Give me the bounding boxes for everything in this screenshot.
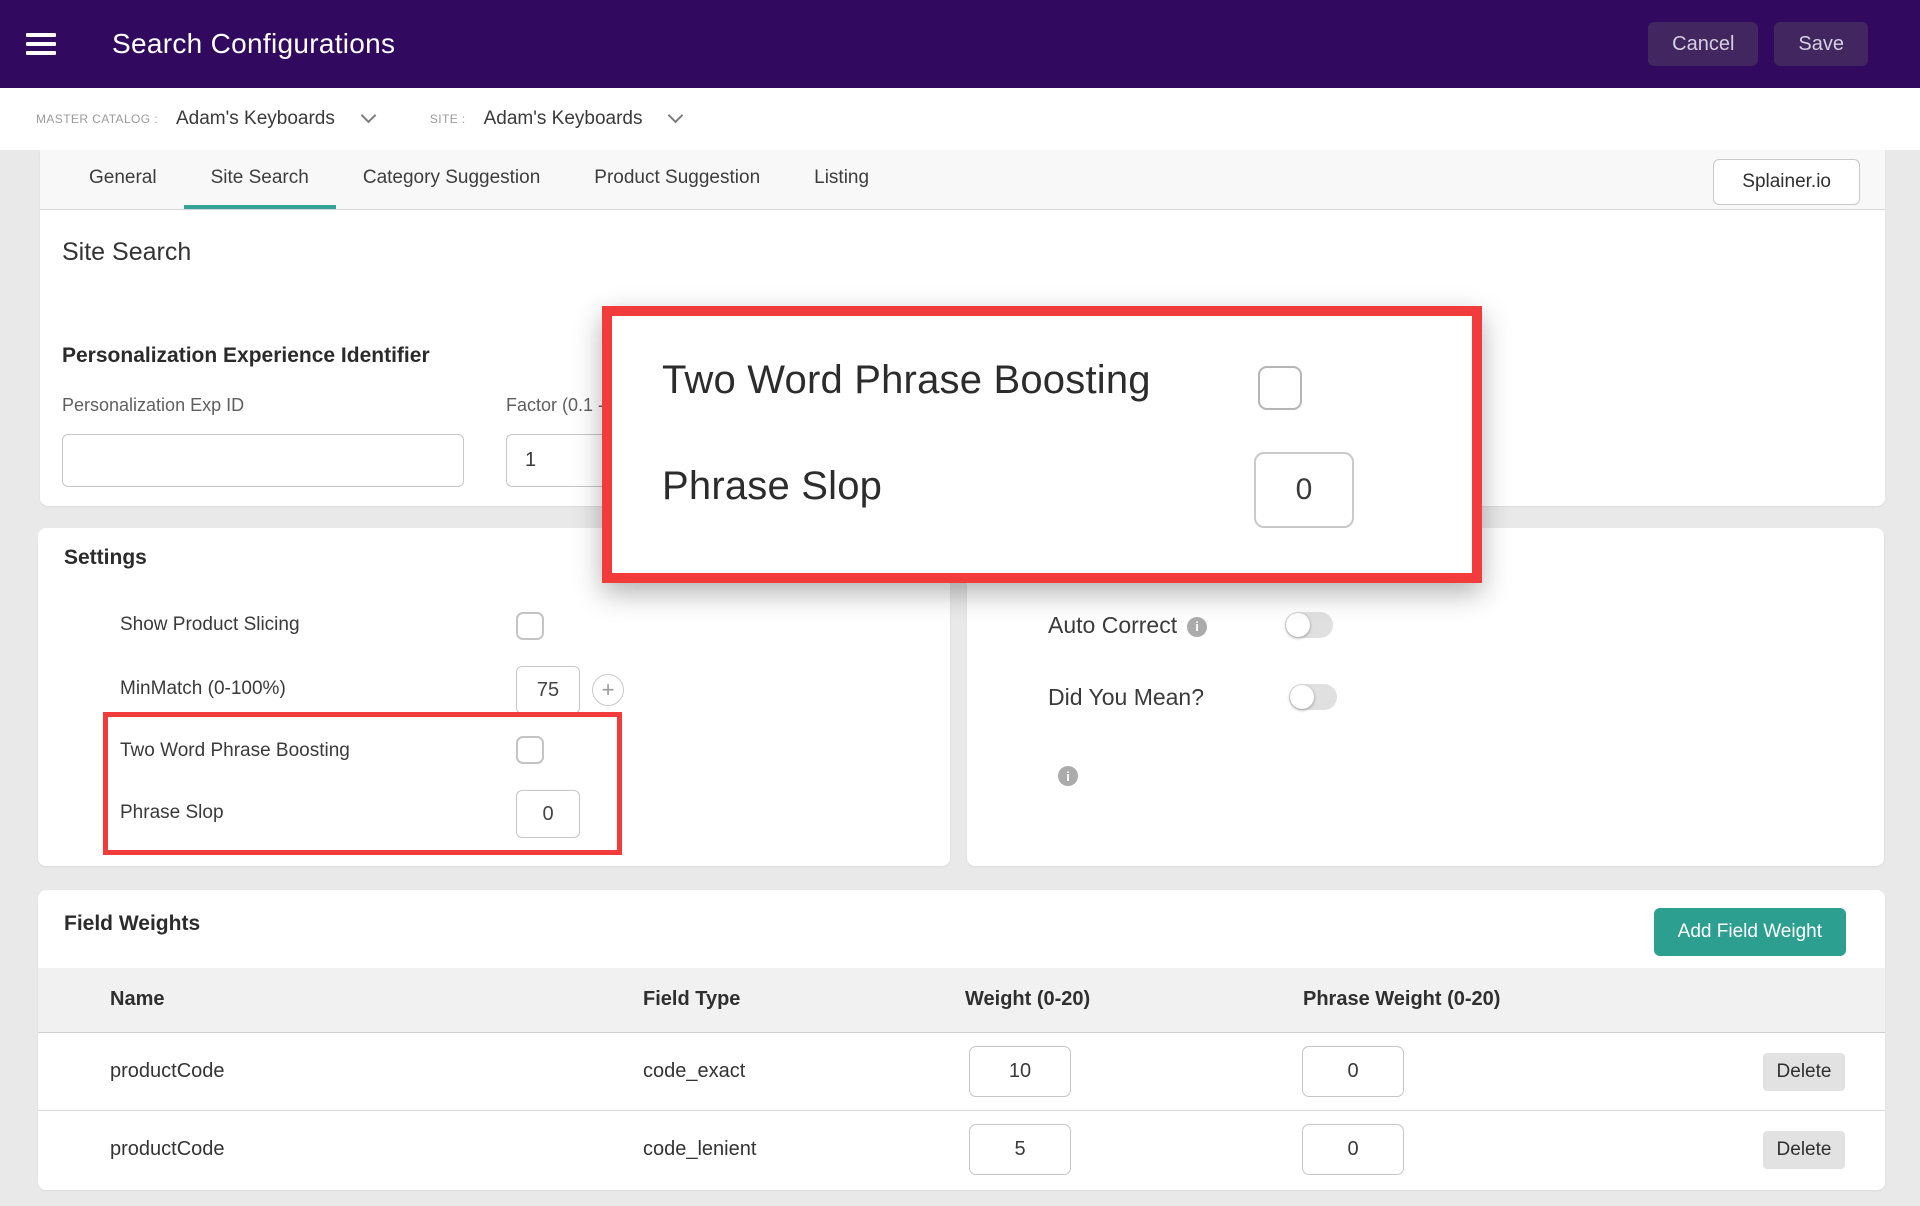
site-value: Adam's Keyboards bbox=[484, 108, 643, 130]
tab-strip: General Site Search Category Suggestion … bbox=[40, 150, 1885, 210]
delete-button[interactable]: Delete bbox=[1763, 1053, 1845, 1091]
page-title: Search Configurations bbox=[112, 28, 395, 60]
did-you-mean-toggle[interactable] bbox=[1289, 684, 1337, 710]
master-catalog-dropdown[interactable]: Adam's Keyboards bbox=[158, 108, 374, 130]
header-actions: Cancel Save bbox=[1648, 22, 1868, 66]
master-catalog-value: Adam's Keyboards bbox=[176, 108, 335, 130]
info-icon[interactable]: i bbox=[1058, 766, 1078, 786]
column-header-weight: Weight (0-20) bbox=[965, 988, 1090, 1011]
callout-phrase-slop-label: Phrase Slop bbox=[662, 464, 882, 509]
tab-general[interactable]: General bbox=[62, 150, 184, 209]
minmatch-label: MinMatch (0-100%) bbox=[120, 678, 286, 700]
callout-two-word-phrase-boosting-checkbox[interactable] bbox=[1258, 366, 1302, 410]
column-header-phrase-weight: Phrase Weight (0-20) bbox=[1303, 988, 1500, 1011]
site-label: SITE : bbox=[430, 112, 466, 126]
callout-two-word-phrase-boosting-label: Two Word Phrase Boosting bbox=[662, 358, 1151, 403]
tab-product-suggestion[interactable]: Product Suggestion bbox=[567, 150, 787, 209]
auto-correct-toggle[interactable] bbox=[1285, 612, 1333, 638]
personalization-exp-id-input[interactable] bbox=[62, 434, 464, 487]
field-weights-panel: Field Weights Add Field Weight Name Fiel… bbox=[38, 890, 1885, 1190]
save-button[interactable]: Save bbox=[1774, 22, 1868, 66]
hamburger-menu-icon[interactable] bbox=[26, 28, 58, 60]
catalog-bar: MASTER CATALOG : Adam's Keyboards SITE :… bbox=[0, 88, 1920, 150]
auto-correct-label: Auto Correct bbox=[1048, 612, 1177, 638]
tab-category-suggestion[interactable]: Category Suggestion bbox=[336, 150, 567, 209]
screen: Search Configurations Cancel Save MASTER… bbox=[0, 0, 1920, 1206]
phrase-weight-input[interactable] bbox=[1302, 1124, 1404, 1175]
table-header-row: Name Field Type Weight (0-20) Phrase Wei… bbox=[38, 968, 1885, 1033]
auto-correct-label-row: Auto Correct i bbox=[1048, 612, 1207, 639]
cancel-button[interactable]: Cancel bbox=[1648, 22, 1758, 66]
table-row: productCode code_exact Delete bbox=[38, 1033, 1885, 1111]
tab-listing[interactable]: Listing bbox=[787, 150, 896, 209]
delete-button[interactable]: Delete bbox=[1763, 1131, 1845, 1169]
row-name: productCode bbox=[110, 1138, 225, 1161]
did-you-mean-label: Did You Mean? bbox=[1048, 684, 1204, 711]
info-icon[interactable]: i bbox=[1187, 617, 1207, 637]
app-header: Search Configurations Cancel Save bbox=[0, 0, 1920, 88]
row-name: productCode bbox=[110, 1060, 225, 1083]
section-title: Site Search bbox=[62, 238, 191, 267]
personalization-exp-id-label: Personalization Exp ID bbox=[62, 395, 244, 416]
phrase-slop-input[interactable] bbox=[516, 790, 580, 838]
callout-phrase-slop-input[interactable] bbox=[1254, 452, 1354, 528]
phrase-slop-label: Phrase Slop bbox=[120, 802, 224, 824]
phrase-weight-input[interactable] bbox=[1302, 1046, 1404, 1097]
settings-heading: Settings bbox=[64, 546, 147, 570]
weight-input[interactable] bbox=[969, 1046, 1071, 1097]
minmatch-input[interactable] bbox=[516, 666, 580, 714]
two-word-phrase-boosting-checkbox[interactable] bbox=[516, 736, 544, 764]
row-field-type: code_exact bbox=[643, 1060, 745, 1083]
table-row: productCode code_lenient Delete bbox=[38, 1111, 1885, 1189]
tab-site-search[interactable]: Site Search bbox=[184, 150, 336, 209]
factor-label: Factor (0.1 - bbox=[506, 395, 604, 416]
field-weights-heading: Field Weights bbox=[64, 912, 200, 936]
column-header-name: Name bbox=[110, 988, 164, 1011]
two-word-phrase-boosting-label: Two Word Phrase Boosting bbox=[120, 740, 350, 762]
show-product-slicing-checkbox[interactable] bbox=[516, 612, 544, 640]
zoom-callout: Two Word Phrase Boosting Phrase Slop bbox=[602, 306, 1482, 583]
chevron-down-icon bbox=[361, 108, 377, 124]
site-dropdown[interactable]: Adam's Keyboards bbox=[466, 108, 682, 130]
add-field-weight-button[interactable]: Add Field Weight bbox=[1654, 908, 1846, 956]
increment-button[interactable]: + bbox=[592, 674, 624, 706]
weight-input[interactable] bbox=[969, 1124, 1071, 1175]
master-catalog-label: MASTER CATALOG : bbox=[36, 112, 158, 126]
field-weights-table: Name Field Type Weight (0-20) Phrase Wei… bbox=[38, 968, 1885, 1189]
row-field-type: code_lenient bbox=[643, 1138, 756, 1161]
column-header-field-type: Field Type bbox=[643, 988, 740, 1011]
show-product-slicing-label: Show Product Slicing bbox=[120, 614, 300, 636]
personalization-heading: Personalization Experience Identifier bbox=[62, 344, 430, 368]
chevron-down-icon bbox=[668, 108, 684, 124]
splainer-button[interactable]: Splainer.io bbox=[1713, 159, 1860, 205]
